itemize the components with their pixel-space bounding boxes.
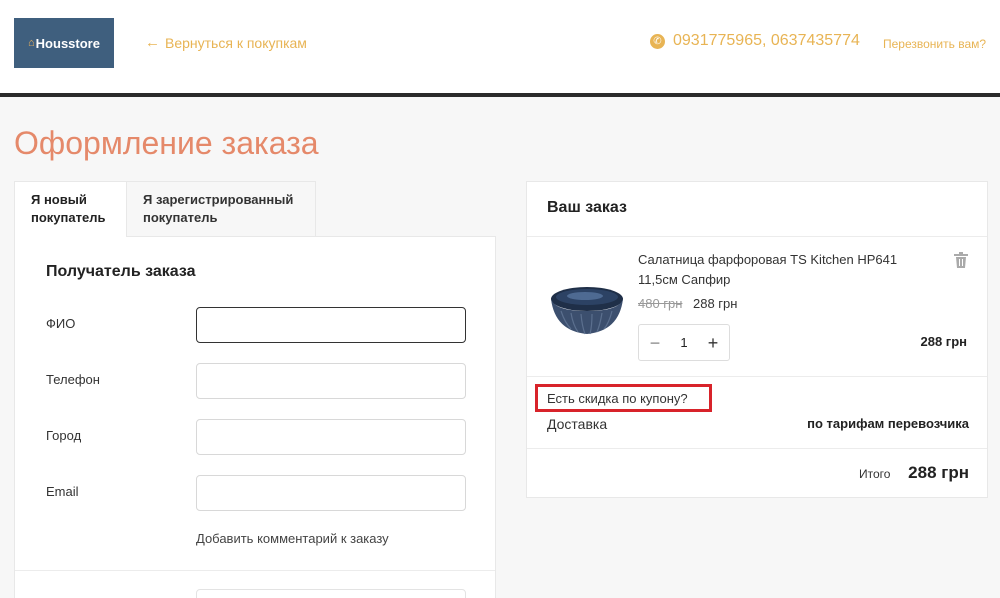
phone-numbers[interactable]: ✆ 0931775965, 0637435774 <box>650 32 860 50</box>
city-label: Город <box>46 428 82 443</box>
minus-icon[interactable]: − <box>647 334 663 352</box>
add-comment-link[interactable]: Добавить комментарий к заказу <box>196 531 389 546</box>
old-price: 480 грн <box>638 296 683 311</box>
order-divider <box>527 236 987 237</box>
back-link-label: Вернуться к покупкам <box>165 34 307 51</box>
site-logo[interactable]: ⌂ Housstore <box>14 18 114 68</box>
back-to-shopping-link[interactable]: ← Вернуться к покупкам <box>145 34 307 51</box>
email-label: Email <box>46 484 79 499</box>
coupon-link[interactable]: Есть скидка по купону? <box>547 391 688 406</box>
form-divider <box>15 570 495 571</box>
email-field[interactable] <box>196 475 466 511</box>
city-field[interactable] <box>196 419 466 455</box>
name-label: ФИО <box>46 316 76 331</box>
plus-icon[interactable]: + <box>705 334 721 352</box>
callback-link[interactable]: Перезвонить вам? <box>883 37 986 51</box>
recipient-form: Получатель заказа ФИО Телефон Город Emai… <box>14 236 496 598</box>
phone-text: 0931775965, 0637435774 <box>673 32 860 49</box>
form-title: Получатель заказа <box>46 263 196 280</box>
quantity-value[interactable]: 1 <box>680 335 687 350</box>
tab-new-customer[interactable]: Я новый покупатель <box>14 181 127 237</box>
phone-label: Телефон <box>46 372 100 387</box>
total-value: 288 грн <box>908 463 969 482</box>
product-name[interactable]: Салатница фарфоровая TS Kitchen HP641 11… <box>638 250 928 290</box>
site-header: ⌂ Housstore ← Вернуться к покупкам ✆ 093… <box>0 0 1000 93</box>
order-divider <box>527 376 987 377</box>
current-price: 288 грн <box>693 296 738 311</box>
phone-icon: ✆ <box>650 33 665 49</box>
name-field[interactable] <box>196 307 466 343</box>
home-icon: ⌂ <box>28 37 35 49</box>
next-section-field[interactable] <box>196 589 466 598</box>
total-label: Итого <box>859 467 891 481</box>
trash-icon[interactable] <box>954 252 968 268</box>
delivery-value: по тарифам перевозчика <box>807 416 969 431</box>
logo-text: Housstore <box>35 35 100 51</box>
order-title: Ваш заказ <box>547 199 627 216</box>
phone-field[interactable] <box>196 363 466 399</box>
tab-registered-customer[interactable]: Я зарегистрированный покупатель <box>126 181 316 237</box>
arrow-left-icon: ← <box>145 34 160 51</box>
order-divider <box>527 448 987 449</box>
order-summary: Ваш заказ Салатница фарфоровая TS Kitche… <box>526 181 988 498</box>
product-image[interactable] <box>549 279 625 337</box>
page-title: Оформление заказа <box>14 125 319 161</box>
delivery-label: Доставка <box>547 416 608 432</box>
quantity-stepper: − 1 + <box>638 324 730 361</box>
line-total: 288 грн <box>920 334 967 349</box>
header-divider <box>0 93 1000 97</box>
